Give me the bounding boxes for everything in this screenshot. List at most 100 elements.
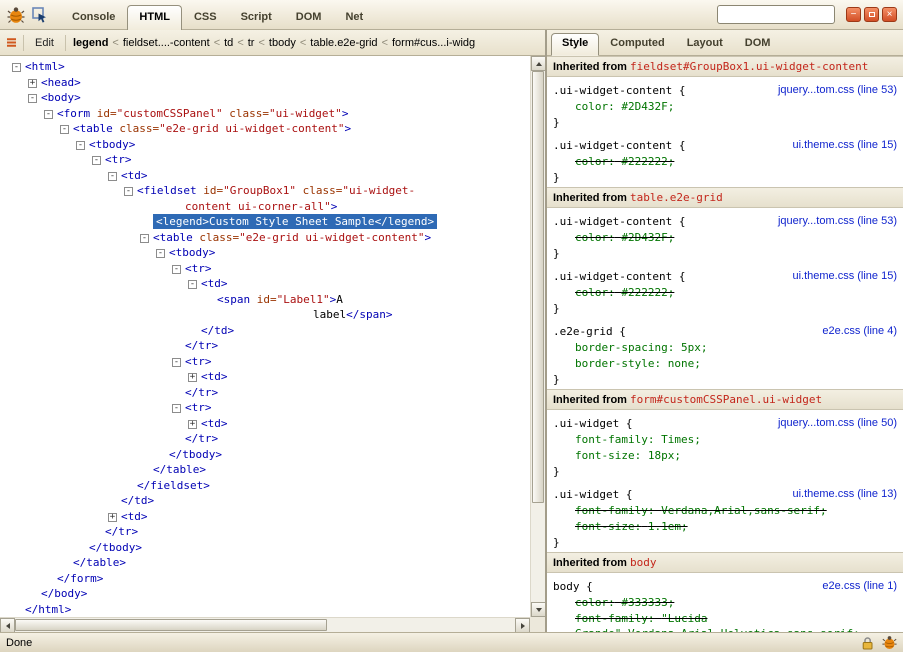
css-selector[interactable]: .ui-widget-content	[553, 270, 672, 283]
breadcrumb-item[interactable]: legend	[71, 35, 110, 51]
tree-line[interactable]: -<table class="e2e-grid ui-widget-conten…	[0, 121, 530, 137]
collapse-icon[interactable]: -	[28, 94, 37, 103]
tree-line[interactable]: -<tr>	[0, 152, 530, 168]
collapse-icon[interactable]: -	[108, 172, 117, 181]
css-property[interactable]: border-spacing: 5px;	[553, 340, 897, 355]
css-selector[interactable]: body	[553, 580, 580, 593]
scroll-right-button[interactable]	[515, 618, 530, 633]
side-tab-style[interactable]: Style	[551, 33, 599, 56]
collapse-icon[interactable]: -	[12, 63, 21, 72]
close-button[interactable]: ×	[882, 7, 897, 22]
css-property-value[interactable]: #222222;	[621, 155, 674, 168]
tree-line[interactable]: +<td>	[0, 416, 530, 432]
css-property[interactable]: font-family: "Lucida Grande",Verdana,Ari…	[553, 611, 897, 632]
css-selector[interactable]: .ui-widget-content	[553, 139, 672, 152]
css-property-value[interactable]: #222222;	[621, 286, 674, 299]
css-property-value[interactable]: 5px;	[681, 341, 708, 354]
css-property-name[interactable]: color:	[575, 596, 615, 609]
tree-line[interactable]: -<tr>	[0, 261, 530, 277]
breadcrumb-item[interactable]: table.e2e-grid	[308, 35, 379, 51]
source-link[interactable]: e2e.css (line 4)	[822, 324, 897, 339]
collapse-icon[interactable]: -	[172, 404, 181, 413]
tree-line[interactable]: </tr>	[0, 385, 530, 401]
tree-line[interactable]: </tr>	[0, 524, 530, 540]
collapse-icon[interactable]: -	[60, 125, 69, 134]
breadcrumb-item[interactable]: tr	[246, 35, 257, 51]
horizontal-scrollbar[interactable]	[0, 617, 530, 632]
tab-script[interactable]: Script	[229, 5, 284, 30]
tree-line[interactable]: -<body>	[0, 90, 530, 106]
collapse-icon[interactable]: -	[172, 265, 181, 274]
firebug-statusbar-icon[interactable]	[882, 635, 897, 650]
tab-dom[interactable]: DOM	[284, 5, 334, 30]
source-link[interactable]: ui.theme.css (line 15)	[792, 138, 897, 153]
expand-icon[interactable]: +	[28, 79, 37, 88]
css-property-name[interactable]: font-family:	[575, 504, 654, 517]
css-property-value[interactable]: 1.1em;	[648, 520, 688, 533]
minimize-button[interactable]: −	[846, 7, 861, 22]
collapse-icon[interactable]: -	[92, 156, 101, 165]
css-property-value[interactable]: #2D432F;	[621, 231, 674, 244]
scroll-up-button[interactable]	[531, 56, 546, 71]
breadcrumb-item[interactable]: td	[222, 35, 235, 51]
css-property[interactable]: font-size: 1.1em;	[553, 519, 897, 534]
tree-line[interactable]: -<td>	[0, 276, 530, 292]
tree-line[interactable]: </tr>	[0, 431, 530, 447]
css-property[interactable]: font-family: Times;	[553, 432, 897, 447]
css-property-name[interactable]: border-style:	[575, 357, 661, 370]
css-property-value[interactable]: Verdana,Arial,sans-serif;	[661, 504, 827, 517]
css-property-name[interactable]: color:	[575, 100, 615, 113]
css-property-value[interactable]: Times;	[661, 433, 701, 446]
css-property-name[interactable]: color:	[575, 286, 615, 299]
horizontal-scroll-thumb[interactable]	[15, 619, 327, 631]
vertical-scroll-thumb[interactable]	[532, 71, 544, 503]
source-link[interactable]: jquery...tom.css (line 50)	[778, 416, 897, 431]
tree-line[interactable]: +<head>	[0, 75, 530, 91]
tree-line[interactable]: </body>	[0, 586, 530, 602]
expand-icon[interactable]: +	[108, 513, 117, 522]
css-property[interactable]: color: #2D432F;	[553, 99, 897, 114]
css-property[interactable]: color: #333333;	[553, 595, 897, 610]
tree-line[interactable]: -<tr>	[0, 354, 530, 370]
vertical-scrollbar[interactable]	[530, 56, 545, 617]
security-lock-icon[interactable]	[861, 636, 874, 650]
tree-line[interactable]: -<table class="e2e-grid ui-widget-conten…	[0, 230, 530, 246]
css-property-name[interactable]: font-size:	[575, 520, 641, 533]
css-property[interactable]: color: #222222;	[553, 154, 897, 169]
side-tab-computed[interactable]: Computed	[599, 33, 675, 55]
collapse-icon[interactable]: -	[140, 234, 149, 243]
breadcrumb-item[interactable]: tbody	[267, 35, 298, 51]
firebug-logo-icon[interactable]	[6, 5, 26, 25]
css-selector[interactable]: .ui-widget-content	[553, 215, 672, 228]
selected-node[interactable]: <legend>Custom Style Sheet Sample</legen…	[153, 214, 437, 229]
breadcrumb-item[interactable]: fieldset....-content	[121, 35, 212, 51]
css-property-value[interactable]: #333333;	[621, 596, 674, 609]
css-property[interactable]: border-style: none;	[553, 356, 897, 371]
source-link[interactable]: ui.theme.css (line 15)	[792, 269, 897, 284]
tree-line[interactable]: </html>	[0, 602, 530, 618]
source-link[interactable]: jquery...tom.css (line 53)	[778, 83, 897, 98]
tab-html[interactable]: HTML	[127, 5, 182, 31]
tab-net[interactable]: Net	[333, 5, 375, 30]
tree-line[interactable]: -<html>	[0, 59, 530, 75]
inherited-element-link[interactable]: table.e2e-grid	[630, 191, 723, 204]
inherited-element-link[interactable]: form#customCSSPanel.ui-widget	[630, 393, 822, 406]
css-property-name[interactable]: font-family:	[575, 612, 654, 625]
css-selector[interactable]: .ui-widget	[553, 417, 619, 430]
panel-options-icon[interactable]	[5, 36, 18, 49]
search-input[interactable]	[717, 5, 835, 24]
css-property-value[interactable]: #2D432F;	[621, 100, 674, 113]
tree-line[interactable]: </tr>	[0, 338, 530, 354]
collapse-icon[interactable]: -	[172, 358, 181, 367]
tab-console[interactable]: Console	[60, 5, 127, 30]
css-selector[interactable]: .e2e-grid	[553, 325, 613, 338]
tree-line[interactable]: label</span>	[0, 307, 530, 323]
collapse-icon[interactable]: -	[188, 280, 197, 289]
css-property-value[interactable]: 18px;	[648, 449, 681, 462]
expand-icon[interactable]: +	[188, 420, 197, 429]
tree-line[interactable]: -<fieldset id="GroupBox1" class="ui-widg…	[0, 183, 530, 199]
css-property[interactable]: font-size: 18px;	[553, 448, 897, 463]
tree-line[interactable]: <span id="Label1">A	[0, 292, 530, 308]
css-property-name[interactable]: color:	[575, 155, 615, 168]
source-link[interactable]: jquery...tom.css (line 53)	[778, 214, 897, 229]
